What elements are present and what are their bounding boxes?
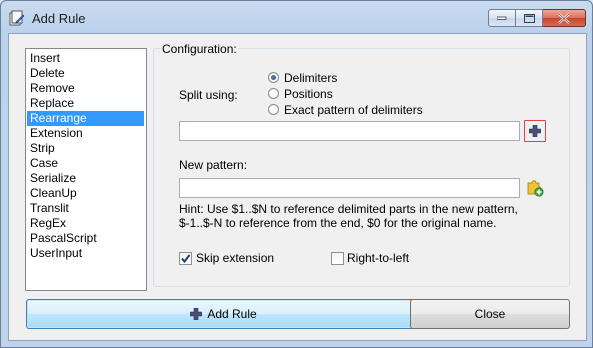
add-delimiter-button[interactable] (524, 120, 546, 142)
skip-extension-checkbox[interactable] (179, 252, 192, 265)
close-label: Close (474, 307, 506, 321)
checkmark-icon (181, 254, 191, 264)
radio-delimiters[interactable] (268, 72, 279, 83)
radio-exact-pattern[interactable] (268, 104, 279, 115)
close-icon (558, 12, 570, 24)
puzzle-add-icon (527, 180, 544, 197)
maximize-button[interactable] (516, 9, 543, 27)
option-delimiters-label[interactable]: Delimiters (284, 71, 337, 85)
rule-item-insert[interactable]: Insert (27, 51, 144, 66)
rule-item-pascalscript[interactable]: PascalScript (27, 231, 144, 246)
rule-item-cleanup[interactable]: CleanUp (27, 186, 144, 201)
close-window-button[interactable] (543, 9, 586, 27)
add-rule-button[interactable]: Add Rule (26, 299, 421, 329)
right-to-left-label[interactable]: Right-to-left (347, 251, 409, 265)
new-pattern-label: New pattern: (179, 158, 248, 172)
plus-icon (529, 125, 541, 137)
close-button[interactable]: Close (410, 299, 570, 329)
plus-icon (190, 308, 203, 320)
rename-app-icon (9, 10, 25, 26)
right-to-left-checkbox[interactable] (331, 252, 344, 265)
rule-item-regex[interactable]: RegEx (27, 216, 144, 231)
rule-item-case[interactable]: Case (27, 156, 144, 171)
rule-item-delete[interactable]: Delete (27, 66, 144, 81)
rule-item-strip[interactable]: Strip (27, 141, 144, 156)
rule-item-serialize[interactable]: Serialize (27, 171, 144, 186)
hint-line-1: Hint: Use $1..$N to reference delimited … (179, 202, 518, 216)
add-rule-window: Add Rule Insert Delete Remove Replace Rearra… (0, 0, 593, 348)
configuration-label: Configuration: (161, 42, 238, 56)
maximize-icon (523, 13, 535, 23)
new-pattern-input[interactable] (179, 178, 520, 198)
dialog-body: Insert Delete Remove Replace Rearrange Extens… (8, 33, 587, 341)
skip-extension-label[interactable]: Skip extension (196, 251, 274, 265)
delimiters-input[interactable] (179, 121, 520, 141)
window-title: Add Rule (32, 11, 86, 26)
rule-item-userinput[interactable]: UserInput (27, 246, 144, 261)
rule-item-remove[interactable]: Remove (27, 81, 144, 96)
rule-item-replace[interactable]: Replace (27, 96, 144, 111)
option-exact-pattern-label[interactable]: Exact pattern of delimiters (284, 103, 423, 117)
insert-meta-button[interactable] (524, 177, 546, 199)
minimize-icon (497, 16, 507, 20)
rule-type-list[interactable]: Insert Delete Remove Replace Rearrange Extens… (25, 48, 147, 291)
rule-item-rearrange[interactable]: Rearrange (27, 111, 144, 126)
radio-positions[interactable] (268, 88, 279, 99)
hint-line-2: $-1..$-N to reference from the end, $0 f… (179, 216, 497, 230)
split-using-label: Split using: (179, 88, 238, 102)
add-rule-label: Add Rule (207, 307, 257, 321)
minimize-button[interactable] (488, 9, 516, 27)
option-positions-label[interactable]: Positions (284, 87, 333, 101)
title-bar[interactable]: Add Rule (1, 1, 592, 35)
rule-item-translit[interactable]: Translit (27, 201, 144, 216)
rule-item-extension[interactable]: Extension (27, 126, 144, 141)
